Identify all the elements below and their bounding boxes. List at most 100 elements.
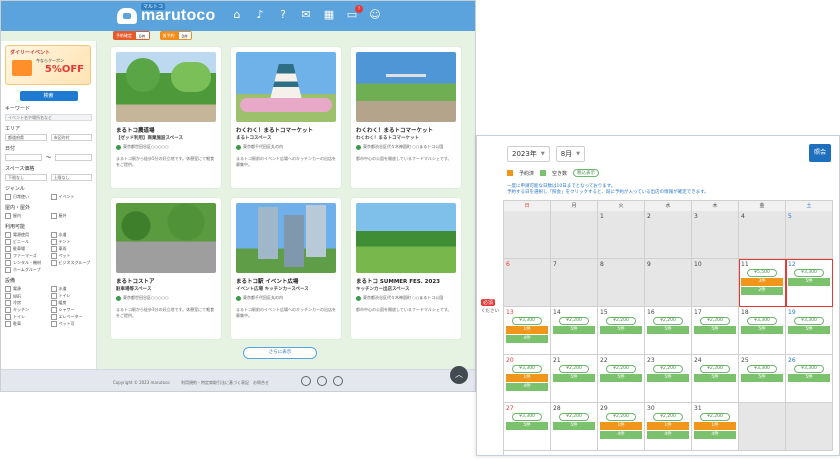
show-more-button[interactable]: さらに表示 xyxy=(243,347,317,359)
calendar-day-cell[interactable]: 19 ¥3,300 5件 xyxy=(786,307,833,355)
user-icon[interactable]: ☺ xyxy=(368,8,382,22)
calendar-day-cell[interactable]: 28 ¥2,200 5件 xyxy=(551,403,598,451)
day-price[interactable]: ¥3,300 xyxy=(747,317,777,325)
day-price[interactable]: ¥2,200 xyxy=(700,365,730,373)
checkbox[interactable]: 駐車 xyxy=(5,321,47,327)
price-min-select[interactable]: 下限なし xyxy=(5,174,47,181)
space-card[interactable]: まるトコ農道場 【ゼッド利用】商業施設スペース 東京都世田谷区○○○○○ まるト… xyxy=(111,47,221,188)
price-max-select[interactable]: 上限なし xyxy=(50,174,92,181)
checkbox[interactable]: 冷房 xyxy=(5,300,47,306)
checkbox[interactable]: ホームグループ xyxy=(5,267,47,273)
date-from-input[interactable] xyxy=(5,154,42,161)
checkbox[interactable]: 水道 xyxy=(51,232,93,238)
help-icon[interactable]: ? xyxy=(276,8,290,22)
day-price[interactable]: ¥3,300 xyxy=(747,365,777,373)
tentative-chip[interactable]: 仮予約 0件 xyxy=(159,31,193,40)
calendar-day-cell[interactable]: 29 ¥2,200 1件 4件 xyxy=(598,403,645,451)
month-select[interactable]: 8月 ▼ xyxy=(555,146,586,162)
calendar-icon[interactable]: ▦ xyxy=(322,8,336,22)
checkbox[interactable]: ファーマーズ xyxy=(5,253,47,259)
day-price[interactable]: ¥3,300 xyxy=(512,317,542,325)
space-card[interactable]: まるトコ駅 イベント広場 イベント広場 キッチンカースペース 東京都千代田区丸の… xyxy=(231,198,341,339)
calendar-day-cell[interactable]: 27 ¥3,300 5件 xyxy=(504,403,551,451)
day-price[interactable]: ¥2,200 xyxy=(606,413,636,421)
home-icon[interactable]: ⌂ xyxy=(230,8,244,22)
calendar-day-cell[interactable]: 25 ¥3,300 5件 xyxy=(739,355,786,403)
date-to-input[interactable] xyxy=(55,154,93,161)
calendar-day-cell[interactable]: 17 ¥2,200 5件 xyxy=(692,307,739,355)
checkbox[interactable]: 暖房 xyxy=(51,300,93,306)
day-price[interactable]: ¥3,300 xyxy=(512,413,542,421)
calendar-day-cell[interactable]: 14 ¥2,200 5件 xyxy=(551,307,598,355)
calendar-day-cell[interactable]: 23 ¥2,200 5件 xyxy=(645,355,692,403)
checkbox[interactable]: ペット xyxy=(51,253,93,259)
calendar-day-cell[interactable]: 22 ¥2,200 5件 xyxy=(598,355,645,403)
calendar-day-cell[interactable]: 13 ¥3,300 1件 4件 xyxy=(504,307,551,355)
day-price[interactable]: ¥2,200 xyxy=(606,365,636,373)
checkbox[interactable]: イベント xyxy=(51,194,93,200)
checkbox[interactable]: トイレ xyxy=(51,293,93,299)
calendar-day-cell[interactable]: 12 ¥3,300 5件 xyxy=(786,259,833,307)
checkbox[interactable]: トイレ xyxy=(5,314,47,320)
scroll-top-icon[interactable]: ︿ xyxy=(450,366,468,384)
calendar-day-cell[interactable]: 21 ¥2,200 5件 xyxy=(551,355,598,403)
checkbox[interactable]: 日常使い xyxy=(5,194,47,200)
space-card[interactable]: まるトコ SUMMER FES. 2023 キッチンカー出店スペース 東京都渋谷… xyxy=(351,198,461,339)
inquire-button[interactable]: 照会 xyxy=(809,144,831,162)
day-price[interactable]: ¥3,300 xyxy=(794,317,824,325)
city-select[interactable]: 市区町村 xyxy=(50,134,92,141)
mail-icon[interactable]: ✉ xyxy=(299,8,313,22)
day-price[interactable]: ¥2,200 xyxy=(559,317,589,325)
space-card[interactable]: まるトコストア 駐車場等スペース 東京都世田谷区○○○○○ まるトコ駅から徒歩3… xyxy=(111,198,221,339)
space-card[interactable]: わくわく！まるトコマーケット わくわく！まるトコマーケット 東京都渋谷区代々木神… xyxy=(351,47,461,188)
checkbox[interactable]: WiFi xyxy=(5,293,47,299)
calendar-day-cell[interactable]: 24 ¥2,200 5件 xyxy=(692,355,739,403)
checkbox[interactable]: 屋外 xyxy=(51,213,93,219)
message-icon[interactable]: ▭! xyxy=(345,5,363,22)
day-price[interactable]: ¥2,200 xyxy=(653,317,683,325)
day-price[interactable]: ¥3,300 xyxy=(794,269,824,277)
day-price[interactable]: ¥5,500 xyxy=(747,269,777,277)
day-price[interactable]: ¥2,200 xyxy=(606,317,636,325)
day-price[interactable]: ¥2,200 xyxy=(700,413,730,421)
bell-icon[interactable]: ♪ xyxy=(253,8,267,22)
confirmed-chip[interactable]: 予約確定 0件 xyxy=(113,31,150,40)
day-price[interactable]: ¥2,200 xyxy=(559,413,589,421)
calendar-day-cell[interactable]: 15 ¥2,200 5件 xyxy=(598,307,645,355)
prefecture-select[interactable]: 都道府県 xyxy=(5,134,47,141)
keyword-input[interactable]: イベント名や場所名など xyxy=(5,114,92,121)
checkbox[interactable]: 電源使用 xyxy=(5,232,47,238)
calendar-day-cell[interactable]: 11 ¥5,500 3件 2件 xyxy=(739,259,786,307)
footer-links[interactable]: 利用規約・特定商取引法に基づく表記 お問合せ xyxy=(181,380,269,386)
coupon-banner[interactable]: ダイリーイベント 今ならクーポン 5%OFF xyxy=(5,45,91,85)
calendar-day-cell[interactable]: 26 ¥3,300 5件 xyxy=(786,355,833,403)
day-price[interactable]: ¥2,200 xyxy=(700,317,730,325)
checkbox[interactable]: テント xyxy=(51,239,93,245)
day-price[interactable]: ¥3,300 xyxy=(794,365,824,373)
search-button[interactable]: 検索 xyxy=(19,91,78,101)
checkbox[interactable]: エレベーター xyxy=(51,314,93,320)
calendar-day-cell[interactable]: 18 ¥3,300 5件 xyxy=(739,307,786,355)
day-price[interactable]: ¥2,200 xyxy=(653,365,683,373)
checkbox[interactable]: ビジネスグループ xyxy=(51,260,93,266)
facebook-icon[interactable] xyxy=(317,376,327,386)
checkbox[interactable]: 電源 xyxy=(5,286,47,292)
twitter-icon[interactable] xyxy=(333,376,343,386)
day-price[interactable]: ¥2,200 xyxy=(653,413,683,421)
checkbox[interactable]: ペット可 xyxy=(51,321,93,327)
calendar-day-cell[interactable]: 16 ¥2,200 5件 xyxy=(645,307,692,355)
checkbox[interactable]: ビニール xyxy=(5,239,47,245)
site-logo[interactable]: マルトコ marutoco xyxy=(117,3,216,26)
day-price[interactable]: ¥3,300 xyxy=(512,365,542,373)
checkbox[interactable]: シャワー xyxy=(51,307,93,313)
calendar-day-cell[interactable]: 31 ¥2,200 1件 4件 xyxy=(692,403,739,451)
checkbox[interactable]: 車両 xyxy=(51,246,93,252)
checkbox[interactable]: キッチン xyxy=(5,307,47,313)
day-price[interactable]: ¥2,200 xyxy=(559,365,589,373)
checkbox[interactable]: 水道 xyxy=(51,286,93,292)
checkbox[interactable]: 駐車場 xyxy=(5,246,47,252)
instagram-icon[interactable] xyxy=(301,376,311,386)
calendar-day-cell[interactable]: 20 ¥3,300 1件 4件 xyxy=(504,355,551,403)
calendar-day-cell[interactable]: 30 ¥2,200 1件 4件 xyxy=(645,403,692,451)
checkbox[interactable]: レンタル・機材 xyxy=(5,260,47,266)
